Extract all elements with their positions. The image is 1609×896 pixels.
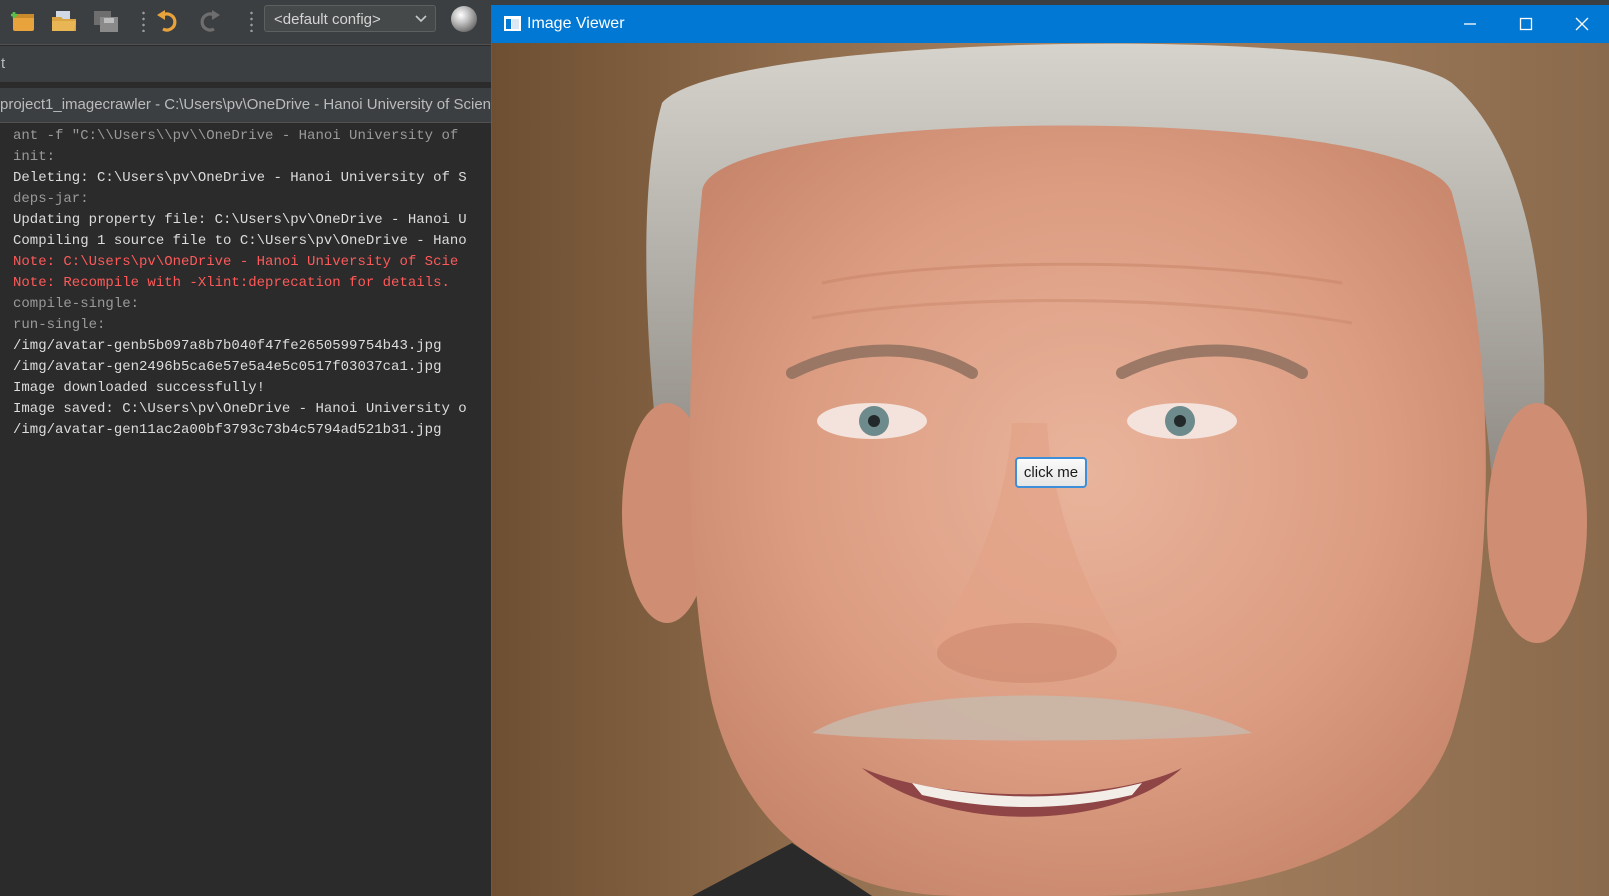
image-viewer-window: Image Viewer click me [491,5,1609,896]
console-line: run-single: [13,317,106,333]
redo-icon[interactable] [194,6,224,36]
viewer-titlebar[interactable]: Image Viewer [492,5,1609,43]
console-line: compile-single: [13,296,140,312]
open-project-icon[interactable] [49,6,79,36]
window-title: Image Viewer [527,15,625,32]
save-all-icon[interactable] [91,6,121,36]
maximize-icon[interactable] [1498,5,1554,43]
minimize-icon[interactable] [1442,5,1498,43]
window-app-icon [504,16,521,31]
panel-title: t [0,46,493,82]
config-select-value: <default config> [274,11,381,28]
config-select[interactable]: <default config> [264,5,436,32]
globe-icon[interactable] [451,6,477,32]
console-line: Deleting: C:\Users\pv\OneDrive - Hanoi U… [13,170,467,186]
run-output-tab[interactable]: project1_imagecrawler - C:\Users\pv\OneD… [0,88,492,123]
close-icon[interactable] [1554,5,1609,43]
console-line: Compiling 1 source file to C:\Users\pv\O… [13,233,467,249]
console-line: /img/avatar-genb5b097a8b7b040f47fe265059… [13,338,442,354]
console-line: Image saved: C:\Users\pv\OneDrive - Hano… [13,401,467,417]
new-project-icon[interactable] [8,6,38,36]
console-line: deps-jar: [13,191,89,207]
console-line: /img/avatar-gen11ac2a00bf3793c73b4c5794a… [13,422,442,438]
console-line: init: [13,149,56,165]
console-line: Note: Recompile with -Xlint:deprecation … [13,275,450,291]
output-console[interactable]: ant -f "C:\\Users\\pv\\OneDrive - Hanoi … [0,124,492,896]
console-line: Note: C:\Users\pv\OneDrive - Hanoi Unive… [13,254,459,270]
click-me-button[interactable]: click me [1015,457,1087,488]
console-line: ant -f "C:\\Users\\pv\\OneDrive - Hanoi … [13,128,459,144]
console-line: Updating property file: C:\Users\pv\OneD… [13,212,467,228]
run-tab-label: project1_imagecrawler - C:\Users\pv\OneD… [0,96,492,113]
toolbar-separator [250,10,253,32]
chevron-down-icon [415,6,427,42]
toolbar-separator [142,10,145,32]
console-line: Image downloaded successfully! [13,380,266,396]
undo-icon[interactable] [153,6,183,36]
console-line: /img/avatar-gen2496b5ca6e57e5a4e5c0517f0… [13,359,442,375]
